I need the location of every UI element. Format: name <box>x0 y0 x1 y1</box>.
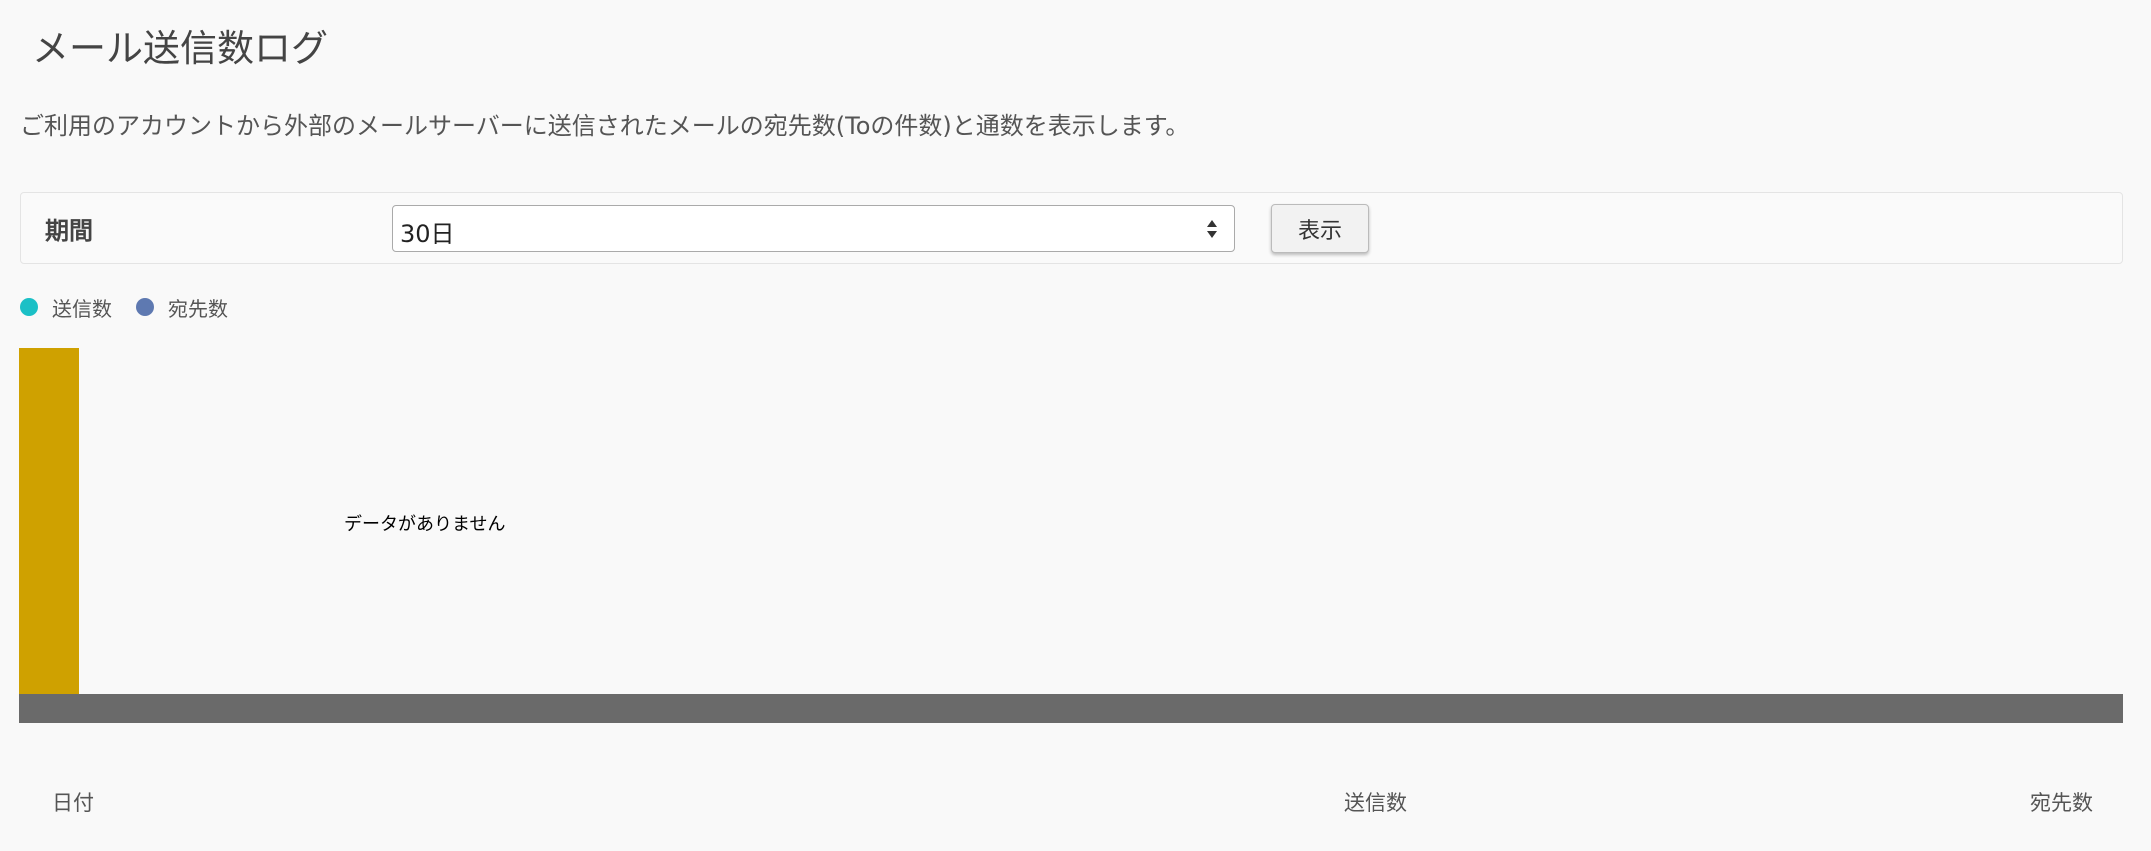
chart-area: データがありません <box>19 348 2123 725</box>
column-header-recipient-count: 宛先数 <box>2030 791 2093 815</box>
legend-label-sent: 送信数 <box>52 296 112 321</box>
show-button[interactable]: 表示 <box>1271 204 1369 253</box>
column-header-sent-count: 送信数 <box>1344 791 1407 815</box>
chart-legend: 送信数 宛先数 <box>20 292 252 322</box>
no-data-message: データがありません <box>344 514 506 535</box>
page-description: ご利用のアカウントから外部のメールサーバーに送信されたメールの宛先数(Toの件数… <box>20 112 1190 140</box>
legend-item-recipients: 宛先数 <box>136 293 228 322</box>
period-select[interactable]: 30日 <box>392 205 1235 252</box>
chart-footer-bar <box>19 694 2123 723</box>
chart-placeholder-bar <box>19 348 79 694</box>
legend-dot-sent <box>20 298 38 316</box>
sort-arrows-icon <box>1206 219 1218 239</box>
legend-label-recipients: 宛先数 <box>168 296 228 321</box>
filter-panel: 期間 30日 表示 <box>20 192 2123 264</box>
period-select-value: 30日 <box>400 220 455 248</box>
legend-item-sent: 送信数 <box>20 293 112 322</box>
legend-dot-recipients <box>136 298 154 316</box>
column-header-date: 日付 <box>52 791 94 815</box>
period-label: 期間 <box>45 217 93 245</box>
page-title: メール送信数ログ <box>32 27 328 70</box>
